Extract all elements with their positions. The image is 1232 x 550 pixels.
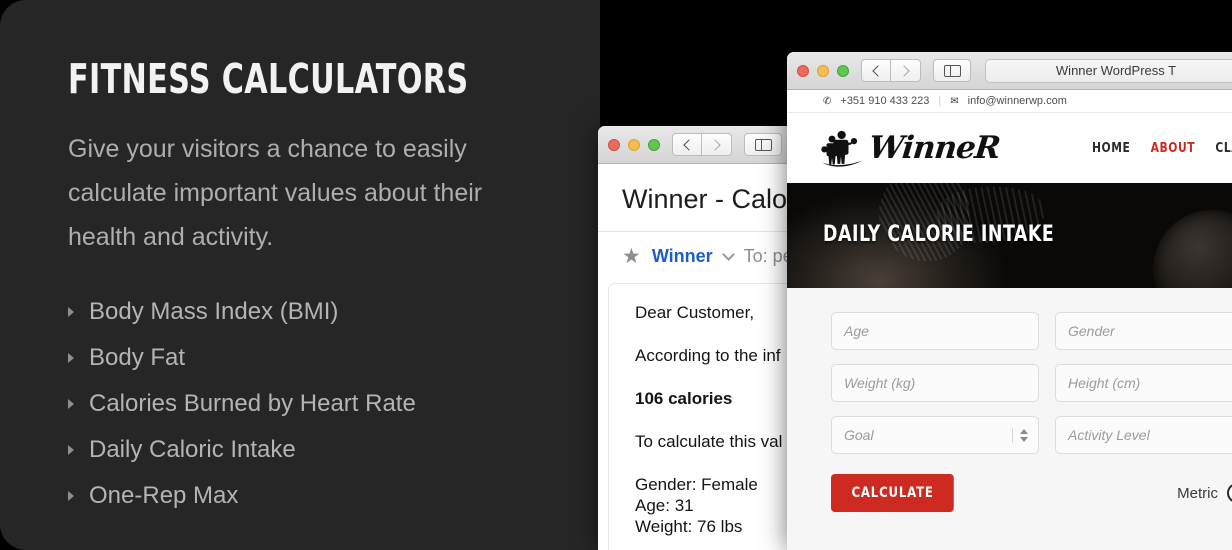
list-item: Calories Burned by Heart Rate: [68, 381, 600, 427]
minimize-button[interactable]: [817, 64, 829, 77]
phone-icon: ✆: [823, 95, 832, 107]
minimize-button[interactable]: [628, 138, 640, 151]
triangle-right-icon: [68, 353, 74, 364]
back-button[interactable]: [672, 133, 702, 156]
activity-level-placeholder: Activity Level: [1068, 427, 1150, 443]
list-item-label: Daily Caloric Intake: [89, 436, 296, 464]
list-item: One-Rep Max: [68, 473, 600, 519]
sidebar-toggle-button[interactable]: [744, 133, 782, 156]
browser-nav-buttons: [861, 59, 921, 82]
age-placeholder: Age: [844, 323, 869, 339]
site-logo[interactable]: WinneR: [821, 128, 1002, 168]
stepper-divider: [1012, 427, 1013, 443]
intro-paragraph: Give your visitors a chance to easily ca…: [68, 135, 483, 252]
unit-system-toggle[interactable]: Metric: [1177, 483, 1232, 503]
chevron-up-icon: [1020, 428, 1028, 434]
close-button[interactable]: [608, 138, 620, 151]
list-item-label: Calories Burned by Heart Rate: [89, 390, 416, 418]
chevron-right-icon: [709, 138, 721, 151]
chevron-right-icon: [898, 64, 910, 77]
activity-level-field[interactable]: Activity Level: [1055, 416, 1232, 454]
triangle-right-icon: [68, 445, 74, 456]
contact-email[interactable]: info@winnerwp.com: [968, 95, 1067, 107]
star-icon[interactable]: ★: [622, 246, 641, 267]
calculator-field-grid: Age Gender Weight (kg) Height (cm) Goal: [831, 312, 1232, 454]
chevron-down-icon[interactable]: [721, 248, 735, 261]
sidebar-toggle-icon: [943, 64, 961, 77]
forward-button[interactable]: [891, 59, 921, 82]
triangle-right-icon: [68, 307, 74, 318]
height-field[interactable]: Height (cm): [1055, 364, 1232, 402]
feature-list: Body Mass Index (BMI) Body Fat Calories …: [68, 289, 600, 519]
goal-placeholder: Goal: [844, 427, 874, 443]
close-button[interactable]: [797, 64, 809, 77]
nav-item-classes[interactable]: CLASSES: [1215, 141, 1232, 156]
screenshot-stage: FITNESS CALCULATORS Give your visitors a…: [0, 0, 1232, 550]
triangle-right-icon: [68, 399, 74, 410]
list-item-label: Body Fat: [89, 344, 186, 372]
hero-banner: DAILY CALORIE INTAKE: [787, 183, 1232, 288]
site-contact-bar: ✆ +351 910 433 223 | ✉ info@winnerwp.com: [787, 90, 1232, 113]
sidebar-toggle-icon: [754, 138, 772, 151]
contact-phone: +351 910 433 223: [840, 95, 930, 107]
promo-panel: FITNESS CALCULATORS Give your visitors a…: [0, 0, 600, 550]
triangle-right-icon: [68, 491, 74, 502]
gender-placeholder: Gender: [1068, 323, 1115, 339]
weight-placeholder: Weight (kg): [844, 375, 916, 391]
unit-toggle-label: Metric: [1177, 484, 1218, 502]
page-title: FITNESS CALCULATORS: [68, 55, 469, 103]
list-item: Daily Caloric Intake: [68, 427, 600, 473]
calculator-form: Age Gender Weight (kg) Height (cm) Goal: [787, 288, 1232, 550]
browser-window: Winner WordPress T ✆ +351 910 433 223 | …: [787, 52, 1232, 550]
chevron-down-icon: [1020, 436, 1028, 442]
goal-stepper[interactable]: [1012, 417, 1028, 453]
hero-title: DAILY CALORIE INTAKE: [823, 222, 1055, 247]
list-item: Body Fat: [68, 335, 600, 381]
list-item: Body Mass Index (BMI): [68, 289, 600, 335]
nav-item-about[interactable]: ABOUT: [1150, 141, 1195, 156]
mail-sender: Winner: [651, 246, 713, 266]
forward-button[interactable]: [702, 133, 732, 156]
age-field[interactable]: Age: [831, 312, 1039, 350]
browser-titlebar: Winner WordPress T: [787, 52, 1232, 90]
gender-field[interactable]: Gender: [1055, 312, 1232, 350]
back-button[interactable]: [861, 59, 891, 82]
height-placeholder: Height (cm): [1068, 375, 1141, 391]
calculator-footer: CALCULATE Metric: [831, 474, 1232, 512]
stepper-arrows-icon: [1020, 428, 1028, 442]
address-bar[interactable]: Winner WordPress T: [985, 58, 1232, 83]
mail-nav-buttons: [672, 133, 732, 156]
traffic-lights: [797, 64, 849, 77]
site-header: WinneR HOME ABOUT CLASSES: [787, 113, 1232, 183]
site-navigation: HOME ABOUT CLASSES: [1092, 141, 1232, 156]
list-item-label: One-Rep Max: [89, 482, 239, 510]
metric-switch[interactable]: [1227, 483, 1232, 503]
traffic-lights: [608, 138, 660, 151]
goal-select[interactable]: Goal: [831, 416, 1039, 454]
chevron-left-icon: [682, 138, 695, 151]
weight-plate-decoration: [1153, 210, 1232, 288]
list-item-label: Body Mass Index (BMI): [89, 298, 339, 326]
weight-field[interactable]: Weight (kg): [831, 364, 1039, 402]
contact-separator: |: [938, 95, 942, 107]
sidebar-toggle-button[interactable]: [933, 59, 971, 82]
fitness-figures-logo-icon: [821, 130, 863, 167]
logo-wordmark: WinneR: [867, 130, 1002, 166]
chevron-left-icon: [871, 64, 884, 77]
nav-item-home[interactable]: HOME: [1092, 141, 1130, 156]
calculate-button[interactable]: CALCULATE: [831, 474, 955, 512]
envelope-icon: ✉: [950, 95, 959, 107]
zoom-button[interactable]: [837, 64, 849, 77]
zoom-button[interactable]: [648, 138, 660, 151]
